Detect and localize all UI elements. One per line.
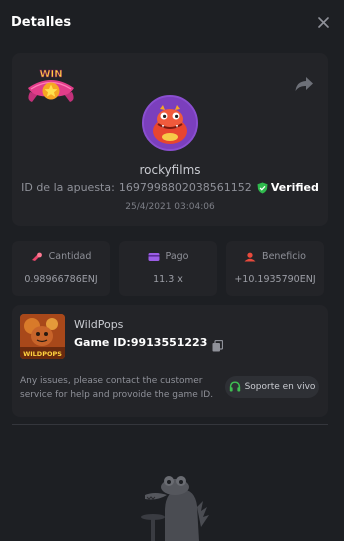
- profit-icon: [244, 252, 256, 261]
- header-title: Detalles: [11, 14, 72, 30]
- stat-value: +10.1935790ENJ: [234, 274, 316, 285]
- coins-icon: [31, 252, 42, 261]
- stat-label: Cantidad: [48, 251, 92, 262]
- game-id-label: Game ID:: [74, 336, 131, 349]
- wildpops-game-icon: WILDPOPS: [20, 314, 65, 359]
- bet-card: WIN rockyfilms ID de la apuesta: 1697998…: [12, 53, 328, 226]
- support-label: Soporte en vivo: [244, 382, 316, 392]
- headset-icon: [229, 381, 240, 392]
- avatar: [142, 95, 198, 151]
- copy-button[interactable]: [212, 337, 224, 351]
- dragon-avatar-icon: [144, 97, 196, 149]
- stat-cantidad: Cantidad 0.98966786ENJ: [12, 241, 110, 296]
- share-button[interactable]: [294, 75, 314, 93]
- share-icon: [295, 77, 313, 91]
- details-header: Detalles: [0, 0, 344, 44]
- bet-id-row: ID de la apuesta: 1697998802038561152 Ve…: [12, 181, 328, 194]
- crocodile-mascot-icon: [141, 476, 209, 541]
- card-icon: [148, 252, 160, 261]
- help-text: Any issues, please contact the customer …: [20, 376, 214, 400]
- divider: [12, 424, 328, 425]
- stat-pago: Pago 11.3 x: [119, 241, 217, 296]
- game-thumb-label: WILDPOPS: [23, 350, 62, 358]
- win-badge-text: WIN: [39, 69, 62, 80]
- close-icon: [317, 16, 329, 28]
- verified-label: Verified: [270, 181, 319, 194]
- win-badge: WIN: [28, 69, 74, 102]
- username: rockyfilms: [139, 163, 201, 177]
- bet-id-value: 1697998802038561152: [118, 181, 252, 194]
- game-card: WILDPOPS WildPops Game ID: 9913551223 An…: [12, 305, 328, 417]
- stat-beneficio: Beneficio +10.1935790ENJ: [226, 241, 324, 296]
- game-thumbnail[interactable]: WILDPOPS: [20, 314, 65, 359]
- game-id-value: 9913551223: [130, 336, 208, 349]
- stat-value: 0.98966786ENJ: [24, 274, 98, 285]
- verified-shield-icon: [257, 182, 268, 193]
- live-support-button[interactable]: Soporte en vivo: [225, 376, 319, 398]
- bet-timestamp: 25/4/2021 03:04:06: [125, 202, 215, 212]
- stat-label: Pago: [165, 251, 189, 262]
- stat-label: Beneficio: [262, 251, 306, 262]
- stat-value: 11.3 x: [153, 274, 183, 285]
- game-name[interactable]: WildPops: [74, 318, 123, 331]
- bet-id-label: ID de la apuesta:: [21, 181, 115, 194]
- game-id-row: Game ID: 9913551223: [74, 336, 224, 351]
- copy-icon: [212, 339, 224, 351]
- close-button[interactable]: [314, 13, 332, 31]
